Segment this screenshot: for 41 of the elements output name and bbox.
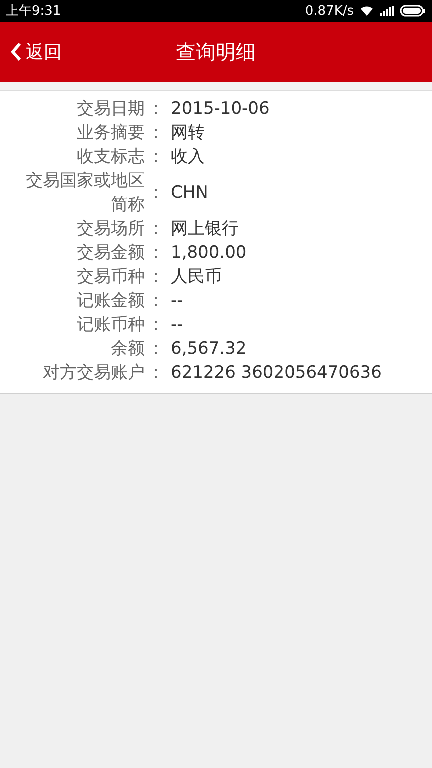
field-label: 交易场所 xyxy=(76,218,145,241)
field-value: 网转 xyxy=(170,122,205,145)
field-label: 记账金额 xyxy=(76,290,145,313)
field-label: 记账币种 xyxy=(76,314,145,337)
clock: 上午9:31 xyxy=(6,3,62,20)
battery-icon xyxy=(400,5,426,17)
colon: ： xyxy=(146,182,166,205)
field-label: 业务摘要 xyxy=(76,122,145,145)
field-label: 交易日期 xyxy=(76,98,145,121)
colon: ： xyxy=(146,122,166,145)
field-label: 余额 xyxy=(110,338,145,361)
colon: ： xyxy=(146,146,166,169)
colon: ： xyxy=(146,242,166,265)
colon: ： xyxy=(146,338,166,361)
field-value: 网上银行 xyxy=(170,218,239,241)
colon: ： xyxy=(146,98,166,121)
colon: ： xyxy=(146,290,166,313)
field-value: 人民币 xyxy=(170,266,222,289)
page-title: 查询明细 xyxy=(176,40,256,64)
colon: ： xyxy=(146,362,166,385)
network-speed: 0.87K/s xyxy=(305,4,354,18)
field-value: 1,800.00 xyxy=(170,242,247,265)
colon: ： xyxy=(146,266,166,289)
signal-icon xyxy=(380,6,394,16)
field-value: -- xyxy=(170,314,184,337)
colon: ： xyxy=(146,218,166,241)
wifi-icon xyxy=(360,6,374,16)
field-value: 621226 3602056470636 xyxy=(170,362,382,385)
field-value: -- xyxy=(170,290,184,313)
back-button[interactable]: 返回 xyxy=(0,32,72,72)
field-label: 对方交易账户 xyxy=(42,362,145,385)
field-value: 收入 xyxy=(170,146,205,169)
chevron-icon xyxy=(10,42,22,62)
colon: ： xyxy=(146,314,166,337)
field-value: 2015-10-06 xyxy=(170,98,270,121)
field-value: 6,567.32 xyxy=(170,338,247,361)
field-label: 交易金额 xyxy=(76,242,145,265)
field-label: 交易国家或地区简称 xyxy=(25,170,145,217)
field-label: 收支标志 xyxy=(76,146,145,169)
field-value: CHN xyxy=(170,182,208,205)
field-label: 交易币种 xyxy=(76,266,145,289)
